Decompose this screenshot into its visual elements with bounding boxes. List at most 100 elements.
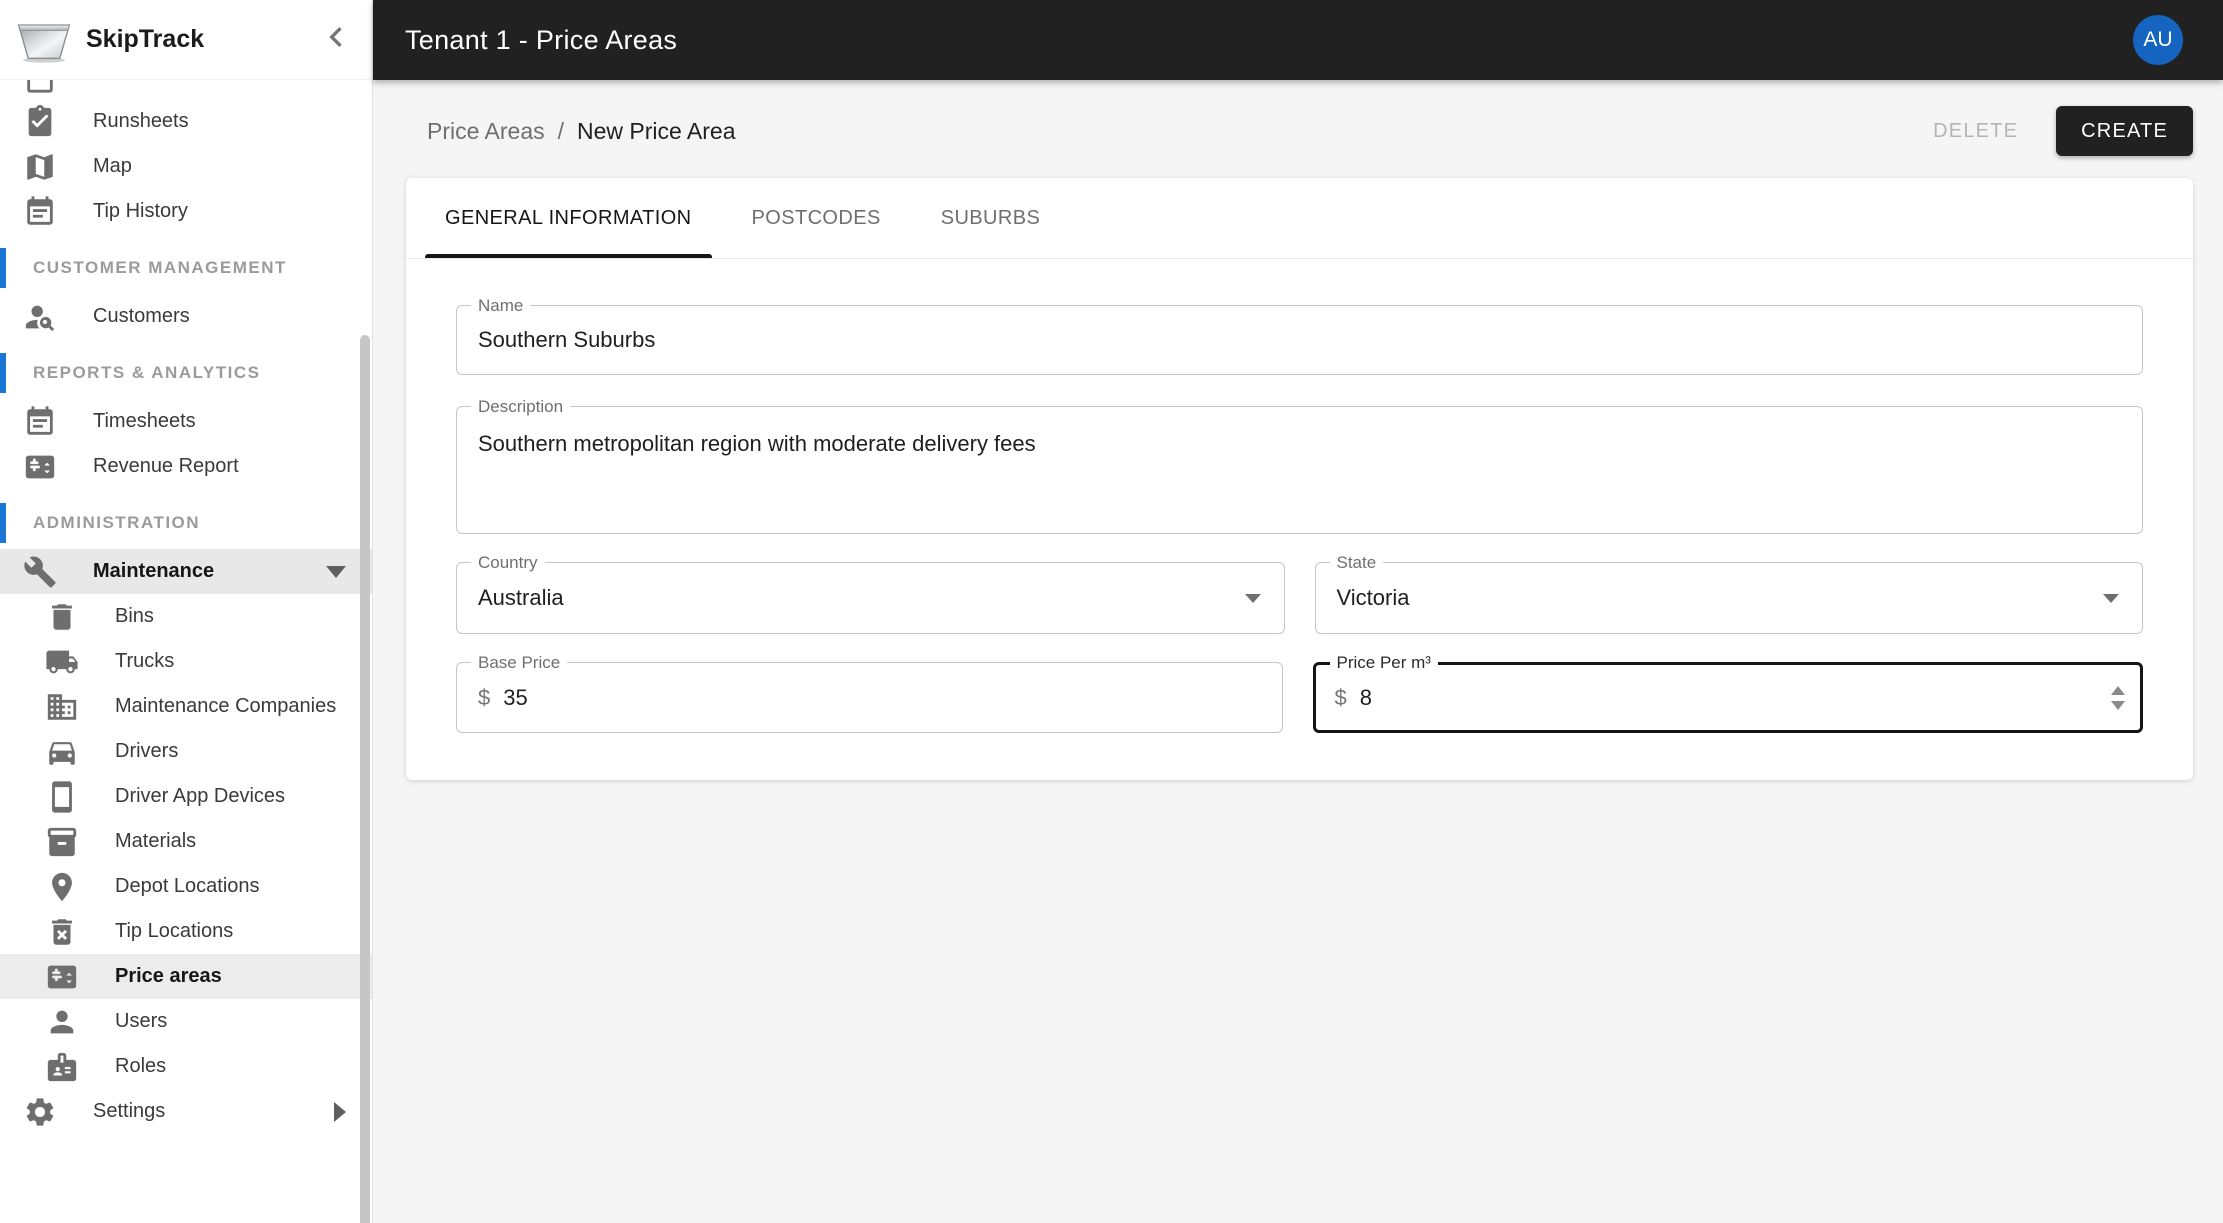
sidebar-item-tip-locations[interactable]: Tip Locations [0,909,372,954]
sidebar-item-runsheets[interactable]: Runsheets [0,99,372,144]
sidebar-item-label: Depot Locations [115,875,260,898]
sidebar-item-maintenance[interactable]: Maintenance [0,549,372,594]
sidebar-item-users[interactable]: Users [0,999,372,1044]
car-icon [45,735,79,769]
trash-icon [45,600,79,634]
dropdown-arrow-icon [2103,594,2119,603]
sidebar-item-label: Revenue Report [93,455,239,478]
sidebar-item-label: Materials [115,830,196,853]
sidebar-item-label: Users [115,1010,167,1033]
sidebar-item-tip-history[interactable]: Tip History [0,189,372,234]
location-pin-icon [45,870,79,904]
price-change-icon [45,960,79,994]
tab-general-information[interactable]: GENERAL INFORMATION [425,178,712,258]
sidebar-item-customers[interactable]: Customers [0,294,372,339]
clipboard-icon [23,80,57,94]
price-row: Base Price $ 35 Price Per m³ $ 8 [456,662,2143,733]
sidebar-collapse-button[interactable] [316,20,356,60]
stepper-up-icon[interactable] [2111,686,2125,695]
sidebar: SkipTrack Runsheets Map [0,0,373,1223]
name-field[interactable]: Name Southern Suburbs [456,305,2143,375]
sidebar-item-label: Roles [115,1055,166,1078]
section-label: ADMINISTRATION [33,513,200,533]
sidebar-item-partial[interactable] [0,80,372,99]
sidebar-item-price-areas[interactable]: Price areas [0,954,372,999]
sidebar-item-label: Drivers [115,740,178,763]
sidebar-header: SkipTrack [0,0,372,80]
user-avatar[interactable]: AU [2133,15,2183,65]
description-field-label: Description [471,398,570,416]
sidebar-item-settings[interactable]: Settings [0,1089,372,1134]
sidebar-item-revenue-report[interactable]: Revenue Report [0,444,372,489]
sidebar-item-driver-app-devices[interactable]: Driver App Devices [0,774,372,819]
description-field-value: Southern metropolitan region with modera… [457,407,2142,533]
country-select[interactable]: Country Australia [456,562,1285,634]
general-information-form: Name Southern Suburbs Description Southe… [406,259,2193,779]
section-customer-management: CUSTOMER MANAGEMENT [0,250,372,286]
building-icon [45,690,79,724]
section-label: CUSTOMER MANAGEMENT [33,258,287,278]
section-label: REPORTS & ANALYTICS [33,363,261,383]
section-administration: ADMINISTRATION [0,505,372,541]
sidebar-item-label: Price areas [115,965,222,988]
page-header: Price Areas / New Price Area DELETE CREA… [373,80,2223,178]
expand-arrow-icon [326,566,346,578]
breadcrumb-separator: / [558,118,564,145]
base-price-field-value: $ 35 [457,663,1282,732]
price-per-m3-field-label: Price Per m³ [1330,654,1438,672]
truck-icon [45,645,79,679]
stepper-down-icon[interactable] [2111,701,2125,710]
sidebar-item-timesheets[interactable]: Timesheets [0,399,372,444]
sidebar-item-label: Timesheets [93,410,196,433]
sidebar-item-label: Tip Locations [115,920,233,943]
sidebar-item-label: Trucks [115,650,174,673]
sidebar-item-label: Bins [115,605,154,628]
sidebar-nav: Runsheets Map Tip History CUSTOMER MANAG… [0,80,372,1223]
sidebar-item-materials[interactable]: Materials [0,819,372,864]
tab-suburbs[interactable]: SUBURBS [921,178,1061,258]
create-button[interactable]: CREATE [2056,106,2193,156]
delete-button[interactable]: DELETE [1917,106,2034,156]
price-change-icon [23,450,57,484]
base-price-field-label: Base Price [471,654,567,672]
main-area: Tenant 1 - Price Areas AU Price Areas / … [373,0,2223,1223]
price-area-form-card: GENERAL INFORMATION POSTCODES SUBURBS Na… [406,178,2193,780]
calendar-icon [23,195,57,229]
sidebar-item-trucks[interactable]: Trucks [0,639,372,684]
price-per-m3-field[interactable]: Price Per m³ $ 8 [1313,662,2144,733]
sidebar-item-label: Maintenance Companies [115,695,336,718]
map-icon [23,150,57,184]
chevron-left-icon [316,17,356,62]
state-select[interactable]: State Victoria [1315,562,2144,634]
trash-x-icon [45,915,79,949]
sidebar-item-roles[interactable]: Roles [0,1044,372,1089]
wrench-icon [23,555,57,589]
sidebar-item-depot-locations[interactable]: Depot Locations [0,864,372,909]
number-stepper[interactable] [2111,686,2125,710]
currency-prefix: $ [478,685,490,711]
name-field-value: Southern Suburbs [457,306,2142,374]
base-price-field[interactable]: Base Price $ 35 [456,662,1283,733]
price-per-m3-field-value: $ 8 [1316,665,2141,730]
sidebar-scrollbar[interactable] [360,335,370,1223]
sidebar-item-label: Tip History [93,200,188,223]
page-actions: DELETE CREATE [1917,106,2193,156]
gear-icon [23,1095,57,1129]
name-field-label: Name [471,297,530,315]
sidebar-item-maintenance-companies[interactable]: Maintenance Companies [0,684,372,729]
country-select-value: Australia [457,563,1284,633]
breadcrumb-price-areas[interactable]: Price Areas [427,118,545,145]
clipboard-check-icon [23,105,57,139]
app-title: SkipTrack [86,25,204,54]
sidebar-item-map[interactable]: Map [0,144,372,189]
base-price-amount: 35 [503,685,527,711]
tab-postcodes[interactable]: POSTCODES [732,178,901,258]
collapsed-arrow-icon [334,1102,346,1122]
sidebar-item-bins[interactable]: Bins [0,594,372,639]
sidebar-item-drivers[interactable]: Drivers [0,729,372,774]
sidebar-item-label: Map [93,155,132,178]
skip-bin-logo-icon [16,16,72,64]
price-per-m3-amount: 8 [1360,685,1372,711]
state-select-value: Victoria [1316,563,2143,633]
description-field[interactable]: Description Southern metropolitan region… [456,406,2143,534]
